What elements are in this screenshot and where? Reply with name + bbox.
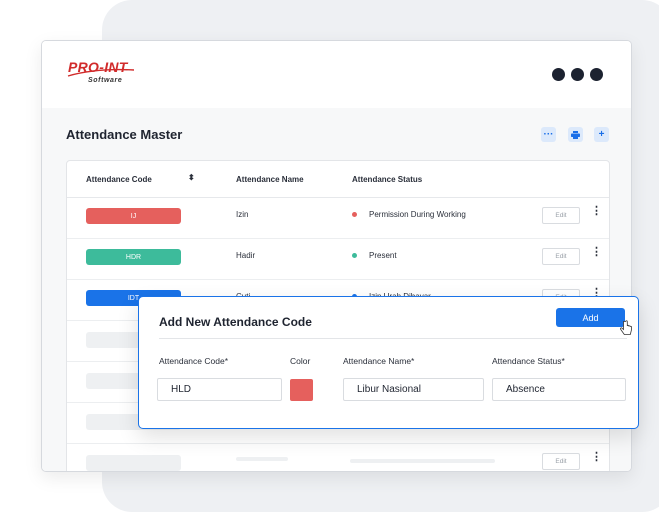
- ellipsis-icon: ···: [543, 128, 554, 140]
- attendance-code-input[interactable]: HLD: [157, 378, 282, 401]
- header-attendance-name: Attendance Name: [236, 175, 304, 184]
- logo-subtext: Software: [88, 77, 123, 84]
- add-record-button[interactable]: +: [594, 127, 609, 142]
- attendance-status: Permission During Working: [369, 210, 466, 219]
- dot-icon: [552, 68, 565, 81]
- code-badge: HDR: [86, 249, 181, 265]
- attendance-status-input[interactable]: Absence: [492, 378, 626, 401]
- table-header: Attendance Code ⬍ Attendance Name Attend…: [67, 161, 609, 198]
- attendance-name-label: Attendance Name*: [343, 356, 415, 366]
- logo: PRO-INT Software: [66, 59, 136, 93]
- plus-icon: +: [598, 128, 605, 140]
- kebab-menu-icon[interactable]: ⋮: [591, 206, 602, 217]
- dialog-title: Add New Attendance Code: [159, 315, 312, 329]
- kebab-menu-icon[interactable]: ⋮: [591, 247, 602, 258]
- status-dot-icon: [352, 253, 357, 258]
- sort-icon[interactable]: ⬍: [188, 173, 195, 182]
- status-dot-icon: [352, 212, 357, 217]
- code-badge: IJ: [86, 208, 181, 224]
- print-button[interactable]: [568, 127, 583, 142]
- dialog-divider: [159, 338, 627, 339]
- dot-icon: [571, 68, 584, 81]
- skeleton-line: [350, 459, 495, 463]
- more-options-button[interactable]: ···: [541, 127, 556, 142]
- attendance-name: Izin: [236, 210, 249, 219]
- attendance-name: Hadir: [236, 251, 256, 260]
- page-title: Attendance Master: [66, 127, 183, 142]
- skeleton-block: [86, 455, 181, 471]
- attendance-status-label: Attendance Status*: [492, 356, 565, 366]
- color-label: Color: [290, 356, 311, 366]
- table-row[interactable]: HDR Hadir Present Edit ⋮: [67, 239, 609, 280]
- attendance-code-label: Attendance Code*: [159, 356, 228, 366]
- logo-text: PRO-INT: [68, 59, 128, 75]
- header-attendance-code: Attendance Code: [86, 175, 152, 184]
- placeholder-row: Edit ⋮: [67, 444, 609, 471]
- color-picker[interactable]: [290, 379, 313, 401]
- attendance-status: Present: [369, 251, 397, 260]
- header-attendance-status: Attendance Status: [352, 175, 423, 184]
- printer-icon: [571, 130, 580, 139]
- edit-button[interactable]: Edit: [542, 453, 580, 470]
- attendance-name-input[interactable]: Libur Nasional: [343, 378, 484, 401]
- skeleton-line: [236, 457, 288, 461]
- table-row[interactable]: IJ Izin Permission During Working Edit ⋮: [67, 198, 609, 239]
- window-menu[interactable]: [552, 68, 609, 82]
- dot-icon: [590, 68, 603, 81]
- add-attendance-code-dialog: Add New Attendance Code Add Attendance C…: [138, 296, 639, 429]
- kebab-menu-icon[interactable]: ⋮: [591, 452, 602, 463]
- edit-button[interactable]: Edit: [542, 248, 580, 265]
- top-bar: PRO-INT Software: [42, 41, 631, 109]
- pointer-cursor-icon: [620, 320, 632, 335]
- add-button[interactable]: Add: [556, 308, 625, 327]
- edit-button[interactable]: Edit: [542, 207, 580, 224]
